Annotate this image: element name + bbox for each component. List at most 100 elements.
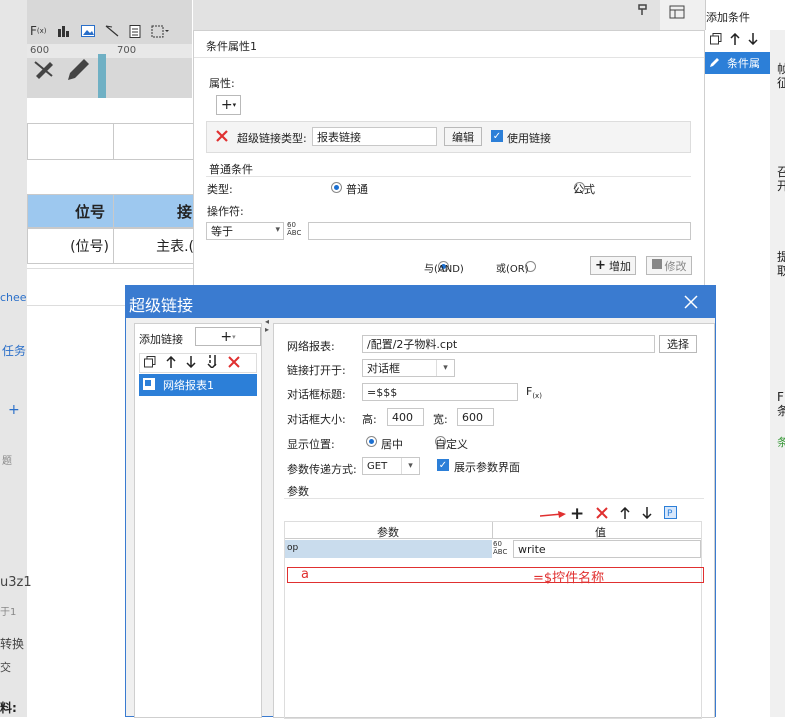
height-label: 高: bbox=[362, 413, 377, 426]
table-row[interactable]: op 6̲0 ABC write bbox=[285, 540, 701, 558]
condition-item-label: 条件属 bbox=[727, 57, 760, 70]
format-painter-icon[interactable] bbox=[638, 4, 650, 16]
svg-text:P: P bbox=[667, 509, 673, 519]
width-input[interactable]: 600 bbox=[457, 408, 494, 426]
link-list-item[interactable]: 网络报表1 bbox=[139, 374, 257, 396]
move-bottom-icon[interactable] bbox=[206, 355, 218, 371]
edit-button[interactable]: 编辑 bbox=[444, 127, 482, 146]
copy-icon[interactable] bbox=[144, 355, 156, 371]
side-fragment: 条 bbox=[777, 436, 785, 449]
show-params-label: 展示参数界面 bbox=[454, 461, 520, 474]
side-text: + bbox=[8, 402, 20, 418]
formula-icon[interactable]: F(x) bbox=[30, 24, 47, 38]
link-type-input[interactable]: 报表链接 bbox=[312, 127, 437, 146]
hyperlink-dialog: 超级链接 添加链接 + ▾ 网络报表1 ◂ ▸ 网络报表: /配置/2子物料.cpt… bbox=[125, 285, 716, 719]
width-label: 宽: bbox=[433, 413, 448, 426]
params-table: 参数 值 op 6̲0 ABC write a =$控件名称 bbox=[284, 521, 704, 719]
side-text: chee bbox=[0, 291, 27, 304]
position-center-radio[interactable] bbox=[366, 436, 377, 447]
copy-icon[interactable] bbox=[710, 33, 722, 48]
pencil-icon[interactable] bbox=[64, 56, 92, 87]
delete-icon[interactable] bbox=[215, 129, 229, 146]
bar-chart-icon[interactable] bbox=[57, 25, 71, 37]
close-icon[interactable] bbox=[684, 294, 698, 313]
open-in-select[interactable]: 对话框 ▾ bbox=[362, 359, 455, 377]
normal-condition-heading: 普通条件 bbox=[209, 163, 253, 176]
report-icon bbox=[143, 377, 155, 393]
height-input[interactable]: 400 bbox=[387, 408, 424, 426]
arrow-up-icon[interactable] bbox=[730, 32, 740, 48]
net-report-input[interactable]: /配置/2子物料.cpt bbox=[362, 335, 655, 353]
abc-icon[interactable]: 6̲0 ABC bbox=[287, 221, 301, 237]
operator-value: 等于 bbox=[211, 225, 233, 238]
add-link-label: 添加链接 bbox=[139, 333, 183, 346]
modify-button[interactable]: 修改 bbox=[646, 256, 692, 275]
operator-label: 操作符: bbox=[207, 205, 244, 218]
params-heading: 参数 bbox=[287, 485, 309, 498]
image-icon[interactable] bbox=[80, 25, 95, 37]
param-column-header: 参数 bbox=[377, 526, 399, 539]
link-list-panel: 添加链接 + ▾ 网络报表1 bbox=[134, 323, 262, 718]
params-table-header: 参数 值 bbox=[285, 522, 701, 539]
attr-label: 属性: bbox=[209, 77, 235, 90]
value-column-header: 值 bbox=[595, 526, 606, 539]
arrow-up-icon[interactable] bbox=[620, 506, 630, 522]
side-fragment: F条 bbox=[777, 390, 785, 418]
abc-icon[interactable]: 6̲0 ABC bbox=[493, 540, 507, 556]
arrow-down-icon[interactable] bbox=[748, 33, 758, 48]
select-button[interactable]: 选择 bbox=[659, 335, 697, 353]
grid-cell[interactable] bbox=[113, 123, 197, 160]
side-text: u3z1 bbox=[0, 575, 32, 590]
link-list-toolbar bbox=[139, 353, 257, 373]
operator-value-input[interactable] bbox=[308, 222, 691, 240]
condition-item[interactable]: 条件属 bbox=[705, 52, 770, 74]
param-method-select[interactable]: GET ▾ bbox=[362, 457, 420, 475]
add-attribute-button[interactable]: + ▾ bbox=[216, 95, 241, 115]
grid-cell[interactable] bbox=[27, 123, 114, 160]
side-text: 任务 bbox=[2, 344, 27, 358]
add-condition-tab[interactable]: 添加条件 bbox=[705, 0, 785, 30]
splitter-handle[interactable]: ◂ ▸ bbox=[265, 318, 269, 334]
layout-icon[interactable] bbox=[669, 4, 685, 20]
parameter-icon[interactable]: P bbox=[664, 506, 678, 522]
paint-brush-icon[interactable] bbox=[32, 56, 56, 83]
add-link-button[interactable]: + ▾ bbox=[195, 327, 261, 346]
use-link-checkbox[interactable]: ✓ bbox=[491, 130, 503, 142]
chevron-down-icon: ▾ bbox=[401, 458, 419, 474]
condition-properties-panel: 条件属性1 属性: + ▾ 超级链接类型: 报表链接 编辑 ✓ 使用链接 普通条件… bbox=[193, 30, 705, 290]
and-label: 与(AND) bbox=[424, 264, 464, 275]
type-normal-radio[interactable] bbox=[331, 182, 342, 193]
param-value-cell[interactable]: write bbox=[513, 540, 701, 558]
annotation-text: a bbox=[301, 567, 309, 582]
save-icon bbox=[651, 259, 662, 272]
type-label: 类型: bbox=[207, 183, 233, 196]
document-icon[interactable] bbox=[129, 24, 141, 38]
annotation-box: a =$控件名称 bbox=[287, 567, 704, 586]
add-button-label: 增加 bbox=[608, 259, 631, 273]
add-button[interactable]: + 增加 bbox=[590, 256, 636, 275]
ruler-marker bbox=[98, 54, 106, 98]
dialog-title-input[interactable]: =$$$ bbox=[362, 383, 518, 401]
operator-select[interactable]: 等于 ▾ bbox=[206, 222, 284, 240]
type-formula-label: 公式 bbox=[573, 183, 595, 196]
open-in-value: 对话框 bbox=[367, 362, 400, 375]
chevron-down-icon: ▾ bbox=[275, 225, 280, 235]
show-params-checkbox[interactable]: ✓ bbox=[437, 459, 449, 471]
side-text: 交 bbox=[0, 661, 11, 674]
grid-cell[interactable]: 主表.( bbox=[113, 228, 197, 264]
param-name-cell[interactable]: op bbox=[285, 540, 492, 558]
position-center-label: 居中 bbox=[381, 438, 403, 451]
formula-icon[interactable]: F(x) bbox=[526, 385, 542, 400]
arrow-down-icon[interactable] bbox=[642, 506, 652, 522]
dialog-titlebar: 超级链接 bbox=[126, 286, 715, 318]
delete-icon[interactable] bbox=[228, 355, 240, 371]
delete-icon[interactable] bbox=[596, 506, 608, 522]
dialog-title-label: 对话框标题: bbox=[287, 388, 346, 401]
pen-tool-icon[interactable] bbox=[105, 25, 119, 37]
arrow-up-icon[interactable] bbox=[166, 355, 176, 371]
border-icon[interactable] bbox=[151, 25, 169, 38]
grid-header-cell[interactable]: 接 bbox=[113, 194, 197, 228]
arrow-down-icon[interactable] bbox=[186, 355, 196, 371]
grid-cell[interactable]: (位号) bbox=[27, 228, 114, 264]
grid-header-cell[interactable]: 位号 bbox=[27, 194, 114, 228]
